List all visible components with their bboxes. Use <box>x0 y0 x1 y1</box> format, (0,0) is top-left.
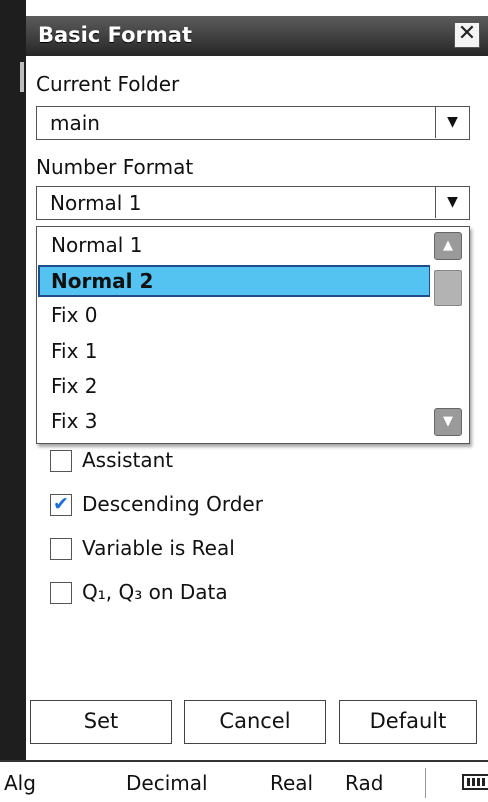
list-item[interactable]: Fix 2 <box>38 370 431 402</box>
status-display[interactable]: Decimal <box>126 771 208 795</box>
cancel-button[interactable]: Cancel <box>184 700 326 744</box>
dialog-title: Basic Format <box>38 23 193 47</box>
checkbox-label: Variable is Real <box>82 536 235 560</box>
arrow-up-icon: ▲ <box>443 238 453 253</box>
window-frame <box>0 0 26 760</box>
number-format-list[interactable]: Normal 1 Normal 2 Fix 0 Fix 1 Fix 2 Fix … <box>36 226 470 444</box>
chevron-down-icon[interactable]: ▼ <box>435 107 469 138</box>
checkbox-label: Descending Order <box>82 492 263 516</box>
dialog-title-bar: Basic Format ✕ <box>26 16 488 56</box>
check-icon: ✔ <box>53 493 69 515</box>
chevron-down-icon[interactable]: ▼ <box>435 187 469 218</box>
status-bar: Alg Decimal Real Rad <box>0 760 488 802</box>
number-format-label: Number Format <box>36 155 194 179</box>
checkbox-label: Q₁, Q₃ on Data <box>82 580 228 604</box>
battery-icon <box>462 774 488 790</box>
current-folder-label: Current Folder <box>36 72 180 96</box>
number-format-dropdown[interactable]: Normal 1 ▼ <box>36 186 470 220</box>
status-divider <box>425 768 426 798</box>
arrow-down-icon: ▼ <box>443 414 453 429</box>
set-button[interactable]: Set <box>30 700 172 744</box>
list-item[interactable]: Normal 1 <box>38 229 431 261</box>
default-button[interactable]: Default <box>339 700 477 744</box>
scroll-up-button[interactable]: ▲ <box>434 232 462 260</box>
close-icon: ✕ <box>457 21 477 46</box>
list-item-selected[interactable]: Normal 2 <box>38 265 431 297</box>
checkbox-box[interactable]: ✔ <box>50 494 72 516</box>
scrollbar-thumb[interactable] <box>434 270 462 306</box>
number-format-value: Normal 1 <box>50 191 142 215</box>
scrollbar[interactable]: ▲ ▼ <box>430 228 468 441</box>
status-mode[interactable]: Alg <box>4 771 36 795</box>
scroll-down-button[interactable]: ▼ <box>434 408 462 436</box>
list-item[interactable]: Fix 1 <box>38 335 431 367</box>
checkbox-box[interactable] <box>50 450 72 472</box>
status-complex[interactable]: Real <box>270 771 313 795</box>
checkbox-label: Assistant <box>82 448 174 472</box>
current-folder-value: main <box>50 111 100 135</box>
frame-edge <box>20 62 24 92</box>
status-angle[interactable]: Rad <box>345 771 383 795</box>
checkbox-box[interactable] <box>50 538 72 560</box>
current-folder-dropdown[interactable]: main ▼ <box>36 106 470 140</box>
list-item[interactable]: Fix 3 <box>38 405 431 437</box>
close-button[interactable]: ✕ <box>454 22 480 48</box>
checkbox-box[interactable] <box>50 582 72 604</box>
list-item[interactable]: Fix 0 <box>38 299 431 331</box>
